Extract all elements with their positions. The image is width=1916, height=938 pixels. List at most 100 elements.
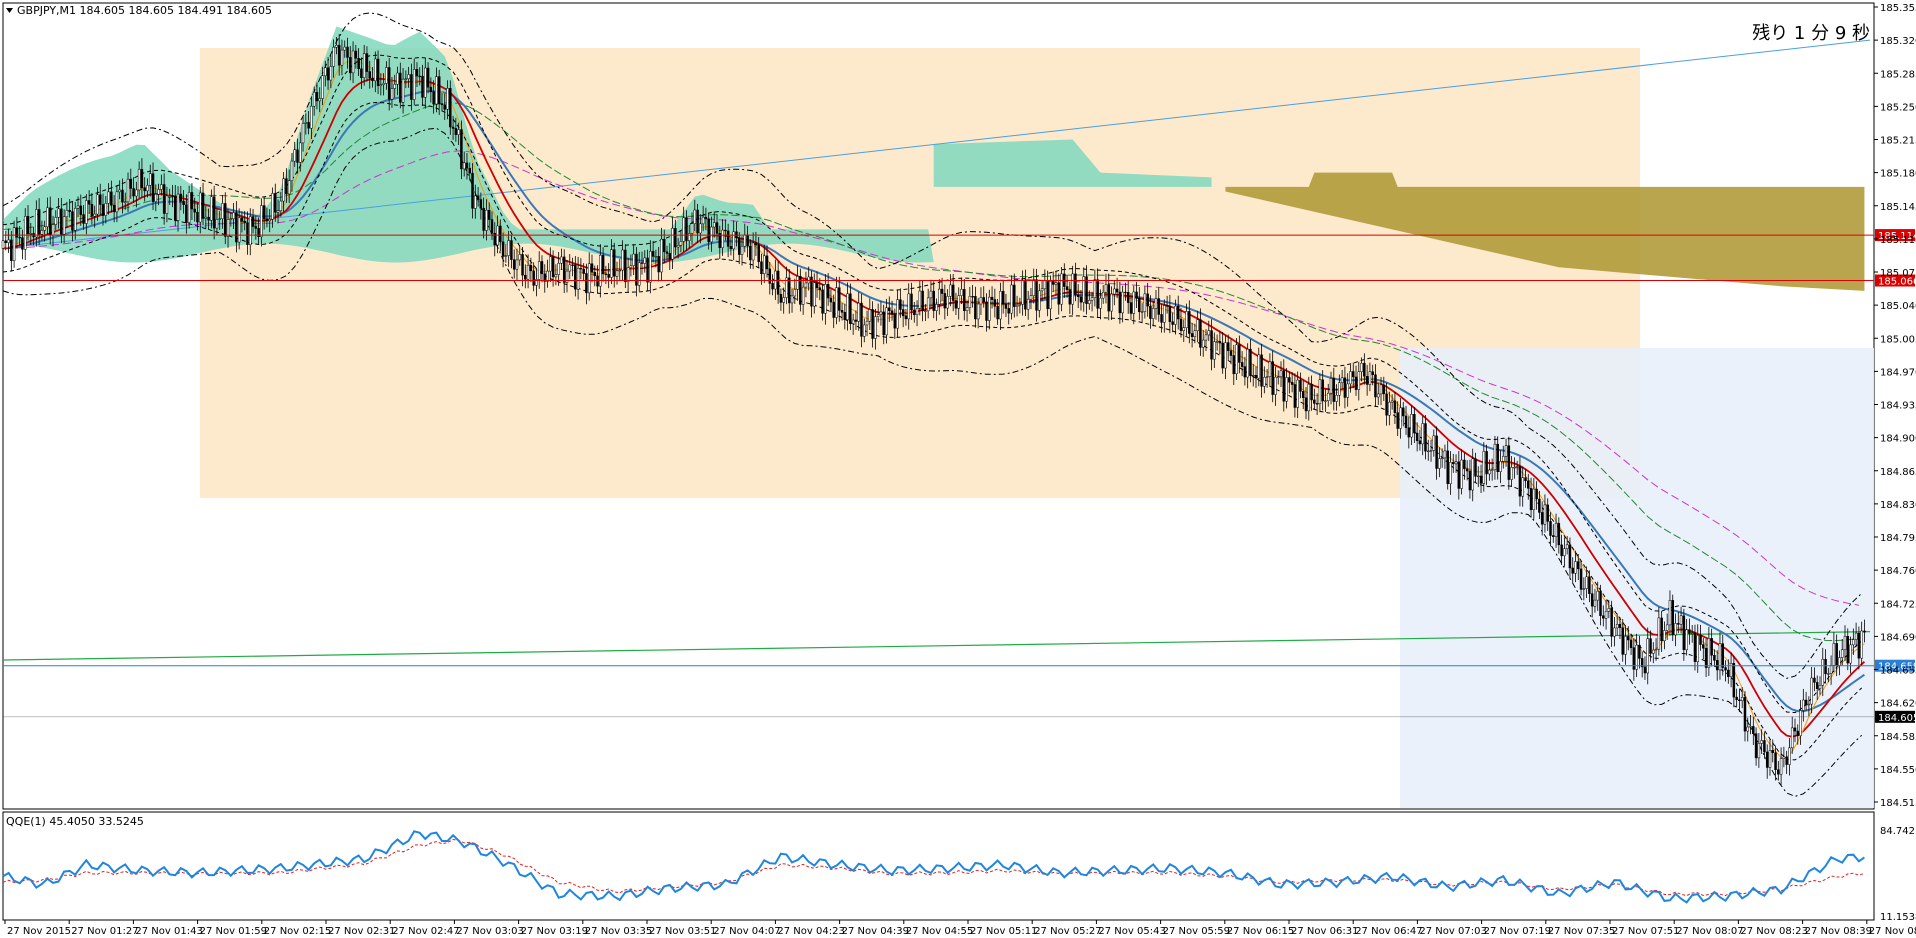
candle-body bbox=[454, 128, 458, 135]
candle-body bbox=[1235, 344, 1238, 375]
candle-body bbox=[23, 216, 27, 250]
candle-body bbox=[1060, 273, 1063, 305]
candle-body bbox=[1246, 348, 1249, 378]
candle-body bbox=[649, 251, 652, 283]
candle-body bbox=[1240, 362, 1244, 367]
y-tick-label: 184.620 bbox=[1880, 699, 1916, 710]
candle-body bbox=[1265, 376, 1269, 378]
candle-body bbox=[765, 255, 769, 270]
candle-body bbox=[1504, 445, 1508, 457]
candle-body bbox=[301, 123, 305, 144]
candle-body bbox=[1210, 330, 1213, 360]
candle-body bbox=[915, 308, 919, 316]
candle-body bbox=[838, 287, 841, 311]
candle-body bbox=[360, 68, 363, 78]
candle-body bbox=[412, 69, 416, 100]
candle-body bbox=[1388, 401, 1391, 416]
candle-body bbox=[1135, 291, 1138, 299]
candle-body bbox=[1707, 638, 1711, 668]
candle-body bbox=[685, 217, 688, 241]
candle-body bbox=[815, 282, 819, 288]
candle-body bbox=[46, 207, 49, 227]
candle-body bbox=[1746, 726, 1750, 732]
candle-body bbox=[1171, 321, 1174, 325]
candle-body bbox=[285, 178, 288, 195]
candle-body bbox=[988, 296, 991, 321]
candle-body bbox=[1396, 412, 1399, 429]
candle-body bbox=[299, 142, 302, 163]
candle-body bbox=[1749, 726, 1752, 728]
candle-body bbox=[682, 217, 685, 242]
candle-body bbox=[312, 92, 316, 107]
candle-body bbox=[287, 180, 291, 195]
candle-body bbox=[1454, 461, 1458, 465]
candle-body bbox=[1340, 377, 1344, 383]
candle-body bbox=[1599, 590, 1602, 616]
candle-body bbox=[129, 178, 133, 189]
candle-body bbox=[1824, 658, 1827, 675]
candle-body bbox=[1585, 576, 1588, 589]
candle-body bbox=[901, 309, 905, 317]
candle-body bbox=[1001, 291, 1005, 305]
candle-body bbox=[821, 289, 824, 314]
candle-body bbox=[1618, 624, 1622, 628]
candle-body bbox=[790, 295, 794, 304]
candle-body bbox=[1185, 311, 1188, 328]
candle-body bbox=[954, 300, 958, 309]
candle-body bbox=[1043, 280, 1047, 290]
candle-body bbox=[576, 267, 580, 290]
candle-body bbox=[849, 293, 852, 324]
candle-body bbox=[185, 204, 188, 223]
candle-body bbox=[1251, 374, 1255, 377]
candle-body bbox=[888, 307, 891, 312]
candle-body bbox=[965, 307, 969, 311]
bar-countdown-timer: 残り 1 分 9 秒 bbox=[1752, 23, 1870, 44]
candle-body bbox=[251, 216, 255, 227]
candle-body bbox=[65, 210, 69, 218]
candle-body bbox=[1452, 462, 1455, 465]
candle-body bbox=[874, 316, 877, 339]
x-tick-label: 27 Nov 08:39 bbox=[1805, 926, 1872, 937]
candle-body bbox=[1174, 305, 1177, 325]
y-tick-label: 185.110 bbox=[1880, 235, 1916, 246]
candle-body bbox=[671, 228, 674, 260]
candle-body bbox=[1596, 590, 1599, 601]
candle-body bbox=[585, 273, 588, 294]
candle-body bbox=[1543, 504, 1547, 525]
candle-body bbox=[607, 273, 610, 278]
candle-body bbox=[1474, 458, 1477, 477]
candle-body bbox=[1568, 544, 1572, 569]
candle-body bbox=[549, 256, 552, 272]
y-tick-label: 185.040 bbox=[1880, 301, 1916, 312]
candle-body bbox=[788, 277, 791, 304]
x-tick-label: 27 Nov 01:27 bbox=[71, 926, 138, 937]
candle-body bbox=[1410, 414, 1413, 438]
candle-body bbox=[160, 184, 163, 190]
candle-body bbox=[335, 44, 338, 48]
x-tick-label: 27 Nov 03:03 bbox=[456, 926, 523, 937]
candle-body bbox=[1513, 467, 1516, 469]
candle-body bbox=[1149, 305, 1152, 319]
candle-body bbox=[865, 320, 869, 326]
candle-body bbox=[1793, 727, 1797, 732]
candle-body bbox=[1590, 593, 1594, 607]
candle-body bbox=[721, 229, 724, 248]
candle-body bbox=[1057, 282, 1060, 305]
candle-body bbox=[1207, 330, 1211, 336]
candle-body bbox=[404, 78, 408, 80]
candle-body bbox=[1293, 384, 1297, 408]
candle-body bbox=[1807, 703, 1811, 706]
candle-body bbox=[743, 234, 747, 247]
candle-body bbox=[154, 194, 158, 202]
x-tick-label: 27 Nov 02:15 bbox=[264, 926, 331, 937]
candle-body bbox=[368, 71, 371, 79]
candle-body bbox=[1138, 298, 1141, 313]
candle-body bbox=[362, 53, 366, 78]
qqe-axis: 84.7421 11.1538 bbox=[1880, 826, 1916, 923]
candle-body bbox=[226, 219, 230, 237]
candle-body bbox=[440, 103, 444, 106]
y-tick-label: 185.320 bbox=[1880, 36, 1916, 47]
price-level-label: 184.605 bbox=[1878, 713, 1916, 724]
candle-body bbox=[732, 231, 735, 250]
chart-canvas[interactable]: 185.114185.066184.659184.605 185.355185.… bbox=[0, 0, 1916, 938]
